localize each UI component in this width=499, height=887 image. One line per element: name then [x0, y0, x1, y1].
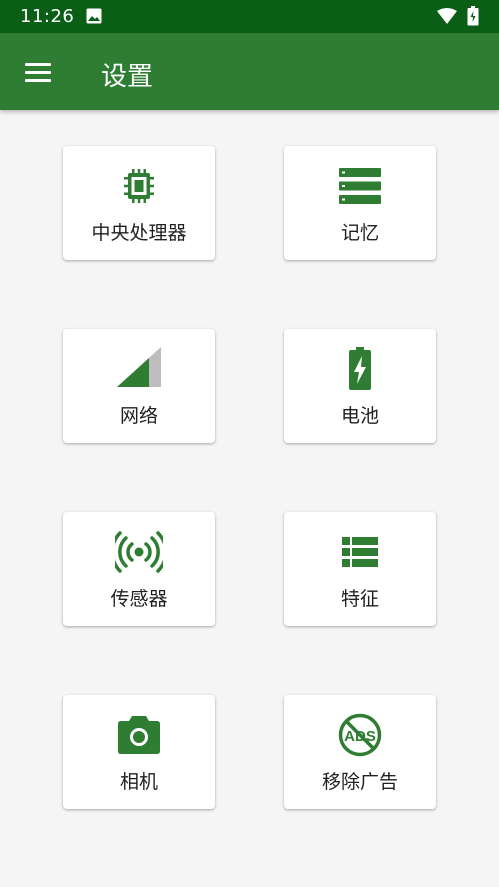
status-bar: 11:26 [0, 0, 499, 33]
image-notification-icon [86, 8, 102, 24]
card-label: 移除广告 [321, 771, 398, 793]
card-label: 网络 [119, 405, 158, 427]
page-title: 设置 [101, 62, 154, 92]
battery-status-icon [467, 6, 479, 26]
card-battery[interactable]: 电池 [284, 329, 436, 443]
card-network[interactable]: 网络 [63, 329, 215, 443]
cpu-icon [115, 164, 163, 208]
app-bar: 设置 [0, 33, 499, 110]
list-icon [336, 530, 384, 574]
menu-icon[interactable] [22, 57, 56, 87]
card-camera[interactable]: 相机 [63, 695, 215, 809]
card-label: 特征 [340, 588, 379, 610]
sensors-icon [115, 530, 163, 574]
card-memory[interactable]: 记忆 [284, 146, 436, 260]
status-time: 11:26 [20, 6, 75, 27]
card-label: 相机 [119, 771, 158, 793]
card-cpu[interactable]: 中央处理器 [63, 146, 215, 260]
card-remove-ads[interactable]: ADS 移除广告 [284, 695, 436, 809]
card-label: 中央处理器 [91, 222, 187, 244]
wifi-icon [437, 8, 457, 24]
camera-icon [115, 713, 163, 757]
card-label: 记忆 [340, 222, 379, 244]
memory-icon [336, 164, 384, 208]
card-label: 电池 [340, 405, 379, 427]
no-ads-icon: ADS [336, 713, 384, 757]
card-label: 传感器 [110, 588, 168, 610]
battery-charging-icon [336, 347, 384, 391]
signal-icon [115, 347, 163, 391]
card-features[interactable]: 特征 [284, 512, 436, 626]
card-sensors[interactable]: 传感器 [63, 512, 215, 626]
